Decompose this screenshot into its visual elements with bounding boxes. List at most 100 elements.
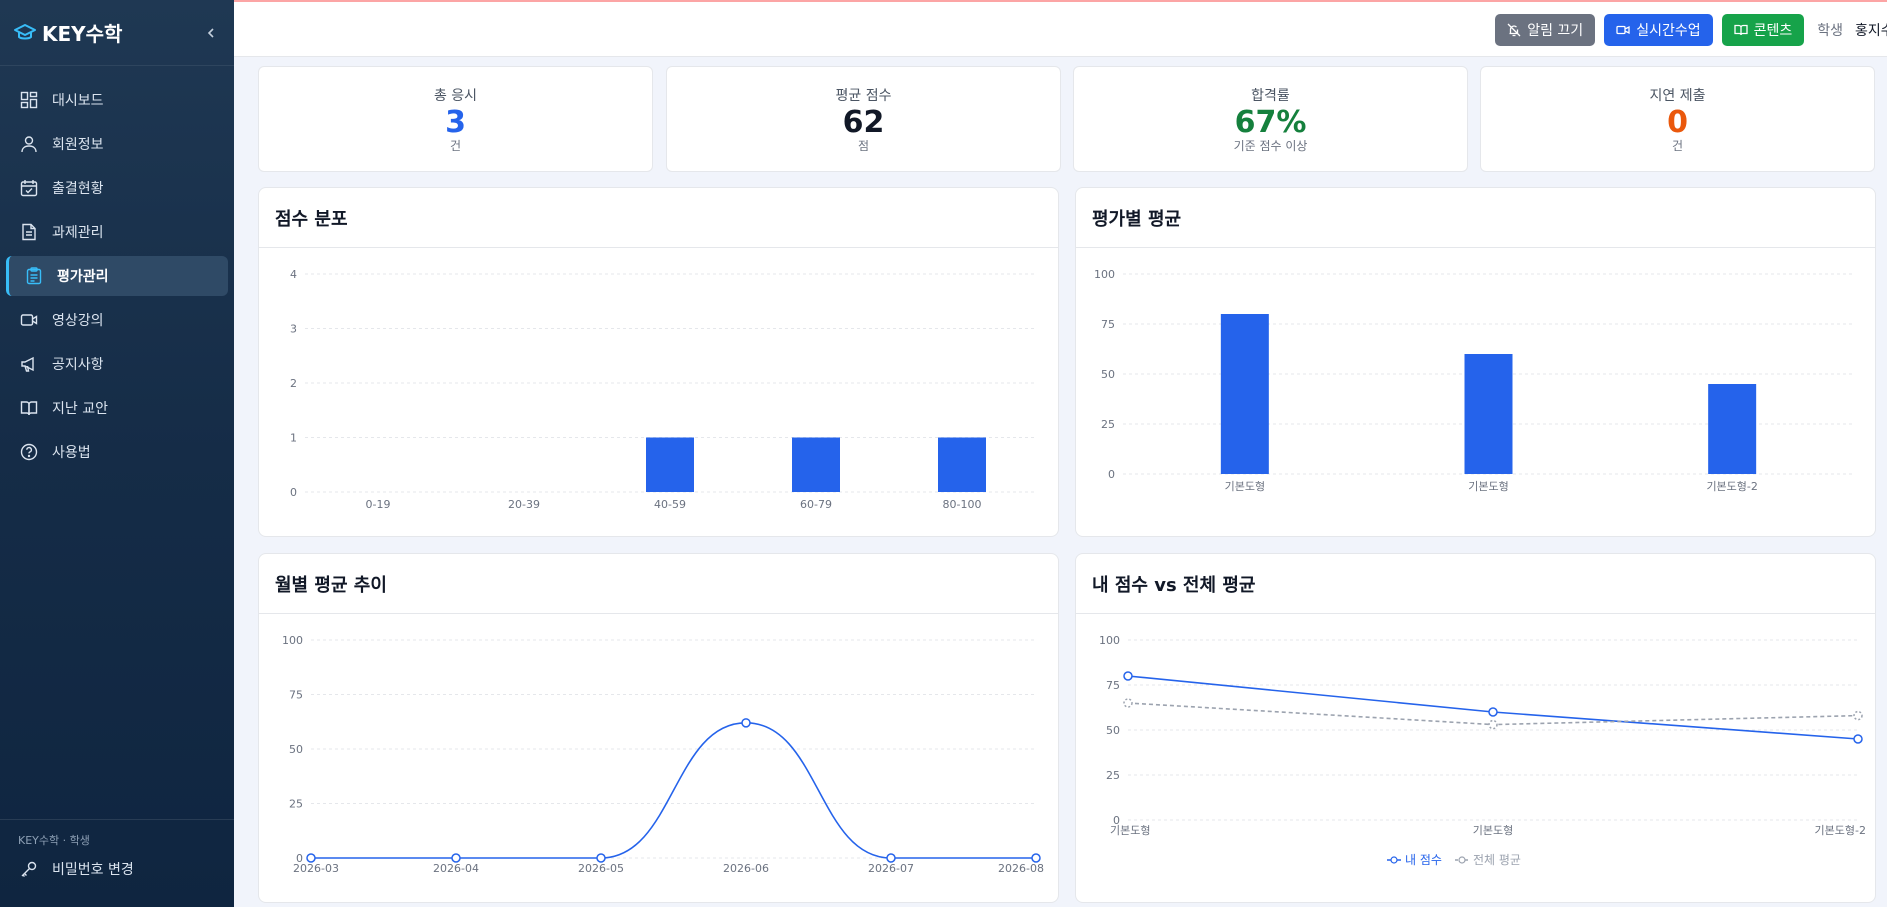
user-icon bbox=[18, 133, 40, 155]
y-tick-label: 75 bbox=[1101, 318, 1115, 331]
sidebar-item-label: 사용법 bbox=[52, 445, 91, 461]
top-actions: 알림 끄기 실시간수업 콘텐츠 학생 홍지수 bbox=[1495, 14, 1887, 46]
stat-unit: 기준 점수 이상 bbox=[1233, 139, 1308, 153]
x-tick-label: 20-39 bbox=[508, 498, 540, 511]
y-tick-label: 100 bbox=[1099, 634, 1120, 647]
x-tick-label: 기본도형-2 bbox=[1706, 480, 1757, 493]
sidebar-item-video-lectures[interactable]: 영상강의 bbox=[6, 300, 228, 340]
topbar: 알림 끄기 실시간수업 콘텐츠 학생 홍지수 bbox=[234, 0, 1887, 57]
bar bbox=[1220, 314, 1269, 474]
y-tick-label: 25 bbox=[289, 798, 303, 811]
bar bbox=[1708, 384, 1757, 474]
live-class-label: 실시간수업 bbox=[1636, 23, 1701, 39]
stat-card-late-submissions: 지연 제출 0 건 bbox=[1480, 66, 1875, 172]
help-icon bbox=[18, 441, 40, 463]
password-change-link[interactable]: 비밀번호 변경 bbox=[0, 858, 234, 880]
data-point bbox=[1488, 719, 1498, 730]
sidebar-footer: KEY수학 · 학생 비밀번호 변경 bbox=[0, 819, 234, 907]
y-tick-label: 2 bbox=[290, 377, 297, 390]
dashboard-icon bbox=[18, 89, 40, 111]
x-tick-label: 2026-08 bbox=[998, 862, 1044, 875]
data-point bbox=[451, 853, 461, 863]
y-tick-label: 100 bbox=[1094, 268, 1115, 281]
sidebar-item-member-info[interactable]: 회원정보 bbox=[6, 124, 228, 164]
y-tick-label: 1 bbox=[290, 432, 297, 445]
sidebar-item-evaluation[interactable]: 평가관리 bbox=[6, 256, 228, 296]
panel-title: 월별 평균 추이 bbox=[259, 554, 1058, 614]
legend-marker bbox=[1390, 856, 1398, 864]
y-tick-label: 25 bbox=[1106, 769, 1120, 782]
data-point bbox=[306, 853, 316, 863]
sidebar-item-label: 회원정보 bbox=[52, 137, 104, 153]
sidebar-item-attendance[interactable]: 출결현황 bbox=[6, 168, 228, 208]
x-tick-label: 60-79 bbox=[800, 498, 832, 511]
sidebar-item-label: 지난 교안 bbox=[52, 401, 108, 417]
live-class-button[interactable]: 실시간수업 bbox=[1604, 14, 1713, 46]
stat-label: 평균 점수 bbox=[835, 88, 892, 104]
brand: KEY수학 bbox=[0, 0, 234, 66]
panel-average-by-evaluation: 평가별 평균 0 25 50 75 100 기본도형 기본도형 기본도형-2 bbox=[1075, 187, 1876, 537]
sidebar-nav: 대시보드 회원정보 출결현황 과제관리 평가관리 영상강의 공지사항 지난 교안… bbox=[0, 66, 234, 472]
contents-button[interactable]: 콘텐츠 bbox=[1721, 14, 1805, 46]
x-tick-label: 2026-06 bbox=[723, 862, 769, 875]
stat-unit: 건 bbox=[449, 139, 462, 153]
y-tick-label: 4 bbox=[290, 268, 297, 281]
y-tick-label: 100 bbox=[282, 634, 303, 647]
password-change-label: 비밀번호 변경 bbox=[52, 862, 134, 878]
sidebar-item-label: 과제관리 bbox=[52, 225, 104, 241]
panel-title: 내 점수 vs 전체 평균 bbox=[1076, 554, 1875, 614]
calendar-check-icon bbox=[18, 177, 40, 199]
series-line bbox=[311, 722, 1036, 859]
data-point bbox=[1488, 707, 1498, 717]
sidebar-item-past-materials[interactable]: 지난 교안 bbox=[6, 388, 228, 428]
bar bbox=[1464, 354, 1513, 474]
x-tick-label: 2026-04 bbox=[433, 862, 479, 875]
panel-score-distribution: 점수 분포 0 1 2 3 4 0-19 20-39 40-59 60-79 80-100 bbox=[258, 187, 1059, 537]
panel-monthly-trend: 월별 평균 추이 0 25 50 75 100 2026-03 2026-04 2026-05… bbox=[258, 553, 1059, 903]
y-tick-label: 50 bbox=[289, 743, 303, 756]
legend-marker bbox=[1458, 856, 1466, 864]
data-point bbox=[1853, 710, 1863, 721]
y-tick-label: 75 bbox=[1106, 679, 1120, 692]
x-tick-label: 0-19 bbox=[366, 498, 391, 511]
data-point bbox=[1123, 671, 1133, 681]
stat-card-average-score: 평균 점수 62 점 bbox=[666, 66, 1061, 172]
y-tick-label: 75 bbox=[289, 689, 303, 702]
x-tick-label: 기본도형 bbox=[1110, 824, 1150, 837]
document-icon bbox=[18, 221, 40, 243]
stat-label: 합격률 bbox=[1251, 88, 1290, 104]
sidebar-item-dashboard[interactable]: 대시보드 bbox=[6, 80, 228, 120]
bar bbox=[938, 437, 986, 492]
stat-value: 62 bbox=[842, 105, 885, 140]
bar bbox=[792, 437, 840, 492]
x-tick-label: 기본도형 bbox=[1225, 480, 1265, 493]
y-tick-label: 0 bbox=[290, 486, 297, 499]
y-tick-label: 3 bbox=[290, 323, 297, 336]
data-point bbox=[1123, 698, 1133, 708]
my-score-vs-average-chart: 0255075100기본도형 기본도형 기본도형-2내 점수 전체 평균 bbox=[1099, 634, 1866, 867]
sidebar-item-help[interactable]: 사용법 bbox=[6, 432, 228, 472]
notify-off-button[interactable]: 알림 끄기 bbox=[1495, 14, 1596, 46]
sidebar-item-notices[interactable]: 공지사항 bbox=[6, 344, 228, 384]
sidebar-item-label: 대시보드 bbox=[52, 93, 104, 109]
chevron-left-icon[interactable] bbox=[200, 22, 222, 44]
stat-unit: 점 bbox=[857, 139, 870, 153]
average-by-evaluation-chart: 0 25 50 75 100 기본도형 기본도형 기본도형-2 bbox=[1094, 268, 1854, 493]
stat-label: 지연 제출 bbox=[1649, 88, 1706, 104]
sidebar: KEY수학 대시보드 회원정보 출결현황 과제관리 평가관리 영상강의 공지사항… bbox=[0, 0, 234, 907]
video-icon bbox=[1616, 23, 1630, 37]
sidebar-item-assignments[interactable]: 과제관리 bbox=[6, 212, 228, 252]
sidebar-item-label: 영상강의 bbox=[52, 313, 104, 329]
video-icon bbox=[18, 309, 40, 331]
graduation-cap-icon bbox=[12, 20, 38, 46]
app-title: KEY수학 bbox=[42, 22, 123, 46]
x-tick-label: 2026-05 bbox=[578, 862, 624, 875]
sidebar-item-label: 출결현황 bbox=[52, 181, 104, 197]
panel-title: 점수 분포 bbox=[259, 188, 1058, 248]
user-name[interactable]: 홍지수 bbox=[1855, 20, 1887, 40]
y-tick-label: 50 bbox=[1106, 724, 1120, 737]
stat-card-pass-rate: 합격률 67% 기준 점수 이상 bbox=[1073, 66, 1468, 172]
x-tick-label: 기본도형 bbox=[1473, 824, 1513, 837]
book-icon bbox=[18, 397, 40, 419]
sidebar-item-label: 공지사항 bbox=[52, 357, 104, 373]
